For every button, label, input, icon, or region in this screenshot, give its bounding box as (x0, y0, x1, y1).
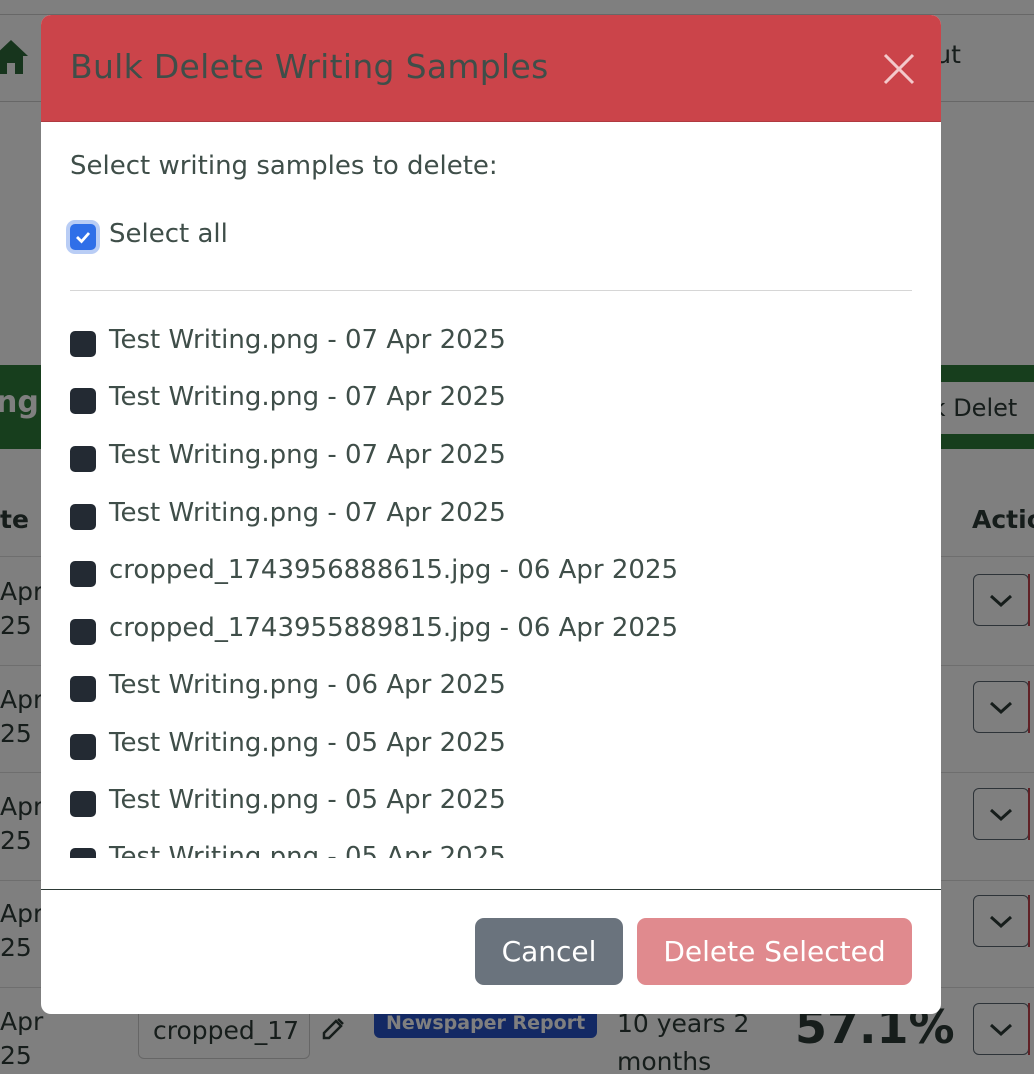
list-item[interactable]: Test Writing.png - 07 Apr 2025 (41, 309, 941, 366)
sample-checkbox[interactable] (70, 504, 96, 530)
sample-label[interactable]: Test Writing.png - 05 Apr 2025 (109, 785, 506, 815)
close-icon[interactable] (879, 49, 919, 89)
sample-checkbox[interactable] (70, 388, 96, 414)
sample-label[interactable]: Test Writing.png - 05 Apr 2025 (109, 728, 506, 758)
list-item[interactable]: Test Writing.png - 07 Apr 2025 (41, 482, 941, 539)
select-all-label[interactable]: Select all (109, 219, 228, 249)
sample-label[interactable]: Test Writing.png - 07 Apr 2025 (109, 440, 506, 470)
modal-header: Bulk Delete Writing Samples (41, 15, 941, 122)
sample-label[interactable]: Test Writing.png - 07 Apr 2025 (109, 498, 506, 528)
sample-checkbox[interactable] (70, 791, 96, 817)
modal-instructions: Select writing samples to delete: (70, 151, 498, 181)
modal-footer-divider (41, 889, 941, 890)
list-item[interactable]: Test Writing.png - 06 Apr 2025 (41, 654, 941, 711)
sample-checkbox[interactable] (70, 734, 96, 760)
list-item[interactable]: cropped_1743956888615.jpg - 06 Apr 2025 (41, 539, 941, 596)
sample-checkbox[interactable] (70, 619, 96, 645)
list-item[interactable]: Test Writing.png - 05 Apr 2025 (41, 712, 941, 769)
sample-checkbox[interactable] (70, 446, 96, 472)
checkmark-icon (76, 232, 91, 244)
sample-label[interactable]: Test Writing.png - 07 Apr 2025 (109, 382, 506, 412)
bulk-delete-modal: Bulk Delete Writing Samples Select writi… (41, 15, 941, 1014)
divider (70, 290, 912, 291)
select-all-checkbox[interactable] (70, 224, 96, 250)
sample-label[interactable]: Test Writing.png - 07 Apr 2025 (109, 325, 506, 355)
sample-label[interactable]: cropped_1743955889815.jpg - 06 Apr 2025 (109, 613, 678, 643)
sample-label[interactable]: cropped_1743956888615.jpg - 06 Apr 2025 (109, 555, 678, 585)
list-item[interactable]: Test Writing.png - 05 Apr 2025 (41, 826, 941, 858)
sample-checkbox[interactable] (70, 561, 96, 587)
sample-label[interactable]: Test Writing.png - 06 Apr 2025 (109, 670, 506, 700)
sample-checkbox[interactable] (70, 676, 96, 702)
list-item[interactable]: Test Writing.png - 05 Apr 2025 (41, 769, 941, 826)
list-item[interactable]: cropped_1743955889815.jpg - 06 Apr 2025 (41, 597, 941, 654)
cancel-button[interactable]: Cancel (475, 918, 623, 985)
sample-label[interactable]: Test Writing.png - 05 Apr 2025 (109, 842, 506, 858)
list-item[interactable]: Test Writing.png - 07 Apr 2025 (41, 424, 941, 481)
modal-title: Bulk Delete Writing Samples (70, 47, 549, 86)
sample-checkbox[interactable] (70, 331, 96, 357)
sample-checkbox[interactable] (70, 848, 96, 858)
samples-list[interactable]: Test Writing.png - 07 Apr 2025 Test Writ… (41, 305, 941, 858)
list-item[interactable]: Test Writing.png - 07 Apr 2025 (41, 366, 941, 423)
delete-selected-button[interactable]: Delete Selected (637, 918, 912, 985)
